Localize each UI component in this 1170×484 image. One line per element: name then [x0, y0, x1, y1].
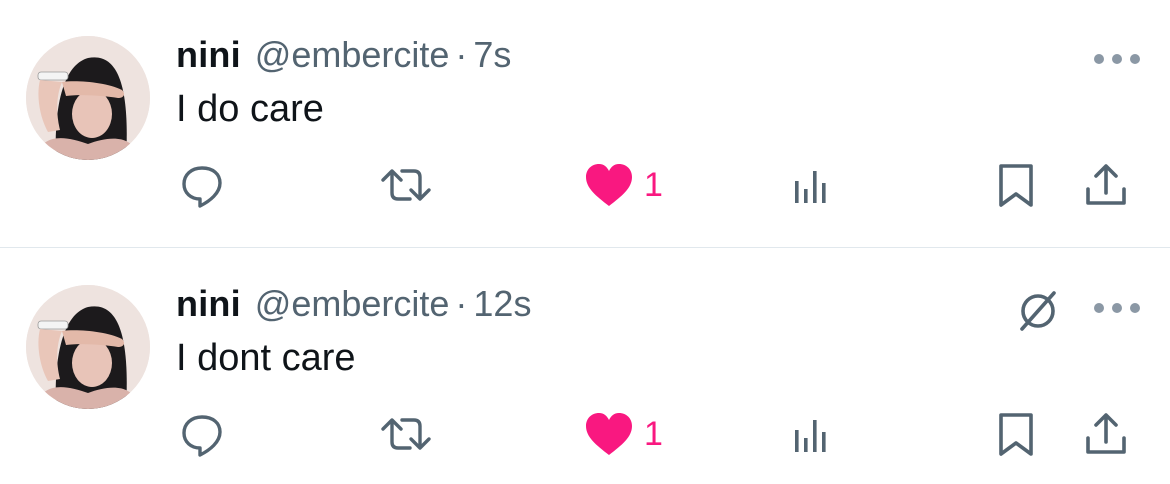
tweet[interactable]: nini @embercite · 12s I dont care 1	[0, 249, 1170, 484]
like-count: 1	[644, 165, 663, 204]
author-handle[interactable]: @embercite	[255, 283, 450, 325]
bookmark-button[interactable]	[996, 158, 1036, 212]
retweet-button[interactable]	[380, 407, 432, 461]
retweet-icon	[381, 169, 431, 201]
reply-icon	[182, 166, 222, 208]
separator-dot: ·	[455, 283, 468, 324]
heart-icon	[586, 164, 632, 206]
avatar[interactable]	[26, 285, 150, 409]
timestamp[interactable]: 12s	[473, 283, 531, 325]
share-button[interactable]	[1084, 158, 1128, 212]
separator-dot: ·	[455, 34, 468, 75]
bookmark-button[interactable]	[996, 407, 1036, 461]
grok-icon[interactable]	[1014, 287, 1062, 335]
tweet-header: nini @embercite · 12s	[176, 283, 531, 327]
share-icon	[1086, 164, 1126, 205]
tweet[interactable]: nini @embercite · 7s I do care 1	[0, 0, 1170, 248]
views-button[interactable]	[792, 407, 832, 461]
retweet-button[interactable]	[380, 158, 432, 212]
tweet-text: I dont care	[176, 337, 356, 379]
bookmark-icon	[999, 413, 1033, 456]
grok-icon-glyph	[1020, 291, 1056, 331]
views-icon	[795, 171, 826, 203]
avatar[interactable]	[26, 36, 150, 160]
more-icon[interactable]	[1094, 301, 1140, 315]
reply-button[interactable]	[178, 407, 226, 461]
share-button[interactable]	[1084, 407, 1128, 461]
author-handle[interactable]: @embercite	[255, 34, 450, 76]
tweet-actions: 1	[176, 158, 1146, 212]
like-count: 1	[644, 414, 663, 453]
tweet-feed: nini @embercite · 7s I do care 1 nini @e…	[0, 0, 1170, 484]
heart-icon	[586, 413, 632, 455]
author-name[interactable]: nini	[176, 34, 241, 76]
bookmark-icon	[999, 164, 1033, 207]
author-name[interactable]: nini	[176, 283, 241, 325]
like-button[interactable]: 1	[584, 158, 663, 212]
more-icon[interactable]	[1094, 52, 1140, 66]
views-button[interactable]	[792, 158, 832, 212]
reply-icon	[182, 415, 222, 457]
avatar-image	[26, 36, 150, 160]
retweet-icon	[381, 418, 431, 450]
like-button[interactable]: 1	[584, 407, 663, 461]
tweet-header: nini @embercite · 7s	[176, 34, 511, 78]
avatar-image	[26, 285, 150, 409]
timestamp[interactable]: 7s	[473, 34, 511, 76]
views-icon	[795, 420, 826, 452]
tweet-text: I do care	[176, 88, 324, 130]
share-icon	[1086, 413, 1126, 454]
reply-button[interactable]	[178, 158, 226, 212]
tweet-actions: 1	[176, 407, 1146, 461]
